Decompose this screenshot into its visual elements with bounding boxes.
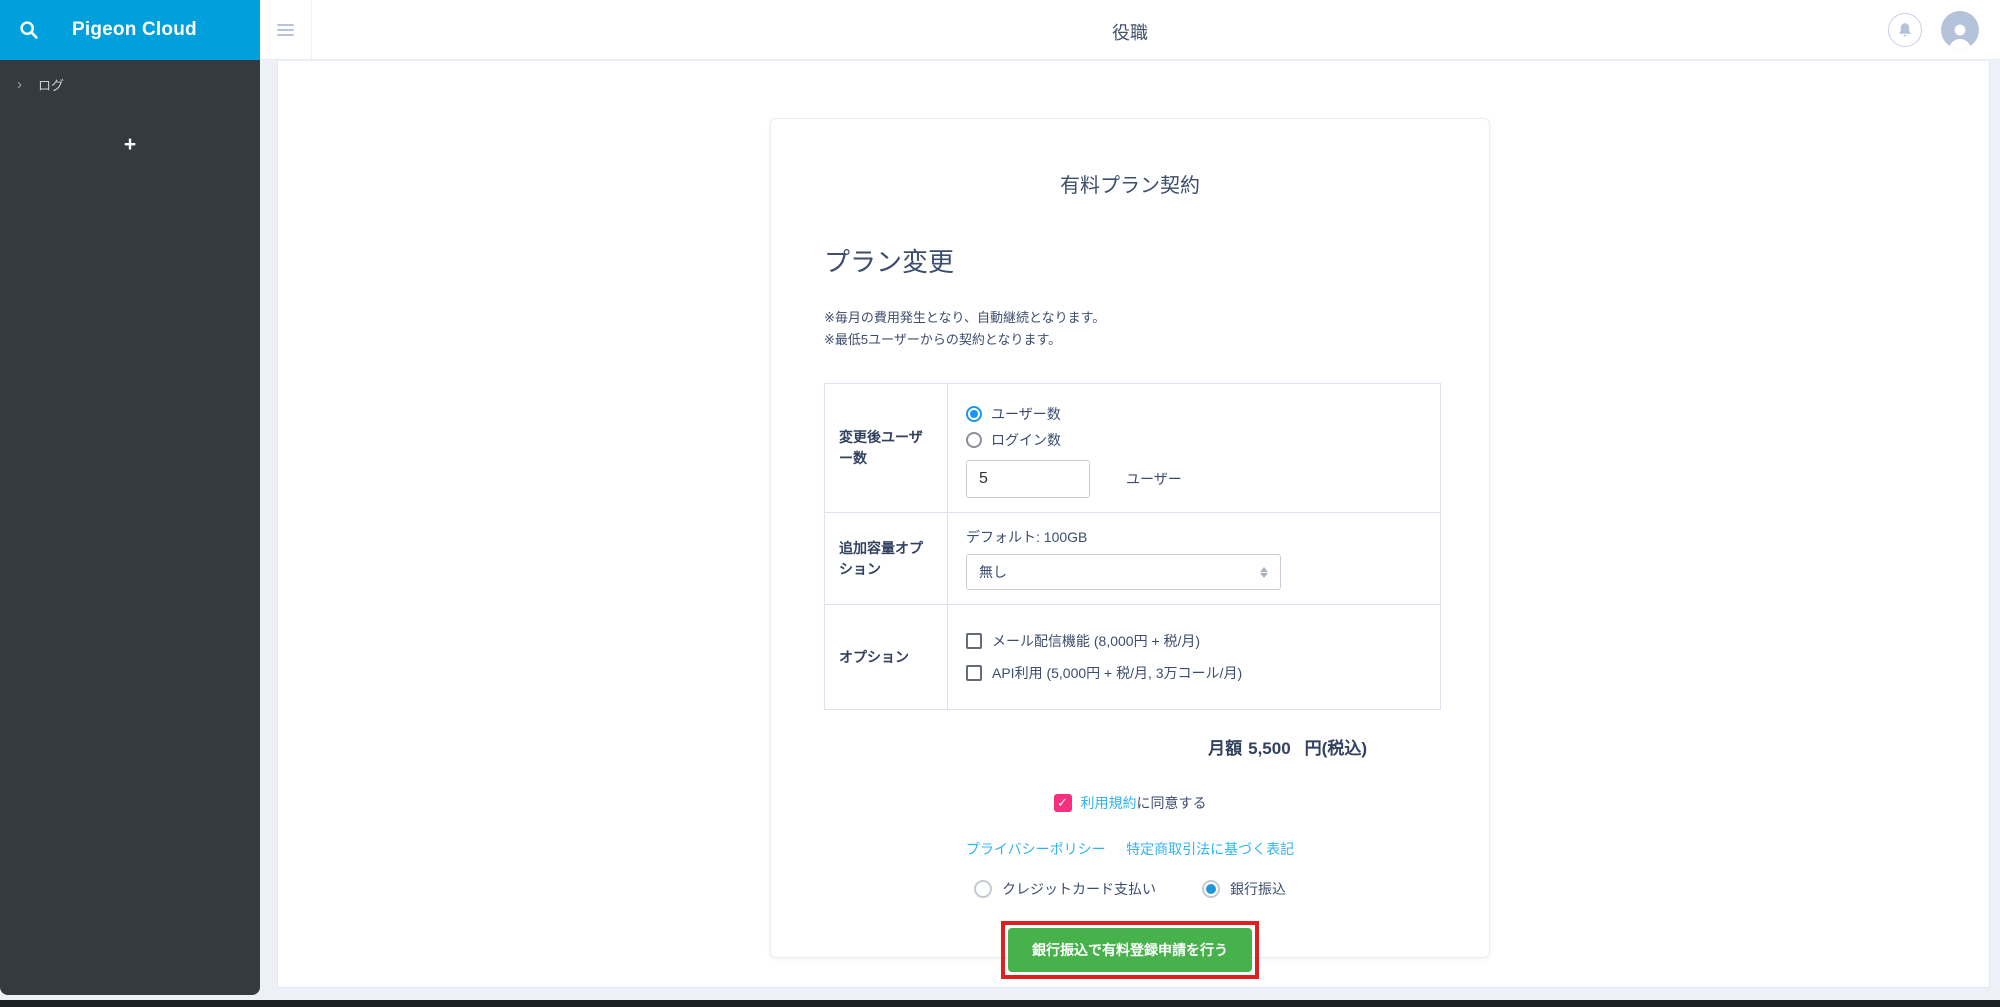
plan-change-heading: プラン変更 (824, 242, 1439, 279)
radio-unselected-icon[interactable] (966, 432, 982, 448)
row-label: 追加容量オプション (825, 513, 948, 605)
checkbox-unchecked-icon[interactable] (966, 665, 982, 681)
payment-bank-transfer-radio[interactable]: 銀行振込 (1202, 879, 1286, 899)
storage-select[interactable]: 無し (966, 554, 1281, 590)
user-count-suffix: ユーザー (1126, 469, 1182, 489)
storage-default-note: デフォルト: 100GB (966, 527, 1422, 547)
select-arrows-icon (1260, 567, 1268, 578)
sidebar: › ログ + (0, 60, 260, 995)
monthly-price: 月額5,500円(税込) (771, 734, 1489, 759)
radio-user-count[interactable]: ユーザー数 (966, 404, 1422, 424)
table-row-options: オプション メール配信機能 (8,000円 + 税/月) API利用 (5,00… (825, 605, 1441, 710)
plan-notes: ※毎月の費用発生となり、自動継続となります。 ※最低5ユーザーからの契約となりま… (824, 307, 1436, 351)
plan-note-line: ※最低5ユーザーからの契約となります。 (824, 329, 1436, 351)
sidebar-item-label: ログ (38, 75, 64, 94)
radio-selected-icon[interactable] (1202, 880, 1220, 898)
privacy-policy-link[interactable]: プライバシーポリシー (966, 841, 1106, 857)
payment-credit-card-radio[interactable]: クレジットカード支払い (974, 879, 1156, 899)
table-row-user-count: 変更後ユーザー数 ユーザー数 ログイン数 ユーザー (825, 384, 1441, 513)
radio-unselected-icon[interactable] (974, 880, 992, 898)
table-row-storage: 追加容量オプション デフォルト: 100GB 無し (825, 513, 1441, 605)
bottom-edge-bar (0, 1000, 2000, 1007)
sidebar-item-log[interactable]: › ログ (0, 60, 260, 109)
chevron-right-icon: › (17, 79, 22, 91)
option-mail-checkbox[interactable]: メール配信機能 (8,000円 + 税/月) (966, 631, 1422, 651)
bank-transfer-submit-button[interactable]: 銀行振込で有料登録申請を行う (1008, 928, 1252, 972)
radio-selected-icon[interactable] (966, 406, 982, 422)
terms-agreement: ✓ 利用規約 に同意する (771, 793, 1489, 813)
notification-bell-icon[interactable] (1888, 13, 1922, 47)
plan-note-line: ※毎月の費用発生となり、自動継続となります。 (824, 307, 1436, 329)
brand-name: Pigeon Cloud (72, 19, 197, 41)
payment-method-group: クレジットカード支払い 銀行振込 (771, 879, 1489, 899)
page-title: 役職 (260, 19, 2000, 45)
search-icon[interactable] (0, 20, 58, 40)
annotation-highlight-box: 銀行振込で有料登録申請を行う (1001, 921, 1259, 979)
row-label: 変更後ユーザー数 (825, 384, 948, 513)
top-bar: 役職 (260, 0, 2000, 60)
user-avatar[interactable] (1941, 11, 1979, 49)
terms-link[interactable]: 利用規約 (1081, 793, 1137, 813)
radio-login-count[interactable]: ログイン数 (966, 430, 1422, 450)
checkbox-unchecked-icon[interactable] (966, 633, 982, 649)
user-count-input[interactable] (966, 460, 1090, 498)
plan-options-table: 変更後ユーザー数 ユーザー数 ログイン数 ユーザー (824, 383, 1441, 710)
card-title: 有料プラン契約 (771, 169, 1489, 198)
terms-checkbox-checked-icon[interactable]: ✓ (1054, 794, 1072, 812)
policy-links: プライバシーポリシー 特定商取引法に基づく表記 (771, 839, 1489, 859)
brand-header[interactable]: Pigeon Cloud (0, 0, 260, 60)
commerce-law-link[interactable]: 特定商取引法に基づく表記 (1126, 841, 1294, 857)
sidebar-add-button[interactable]: + (0, 133, 260, 157)
option-api-checkbox[interactable]: API利用 (5,000円 + 税/月, 3万コール/月) (966, 663, 1422, 683)
plan-card: 有料プラン契約 プラン変更 ※毎月の費用発生となり、自動継続となります。 ※最低… (770, 118, 1490, 958)
row-label: オプション (825, 605, 948, 710)
app-page: Pigeon Cloud 役職 › ログ + 有料プラン契約 (0, 0, 2000, 1007)
